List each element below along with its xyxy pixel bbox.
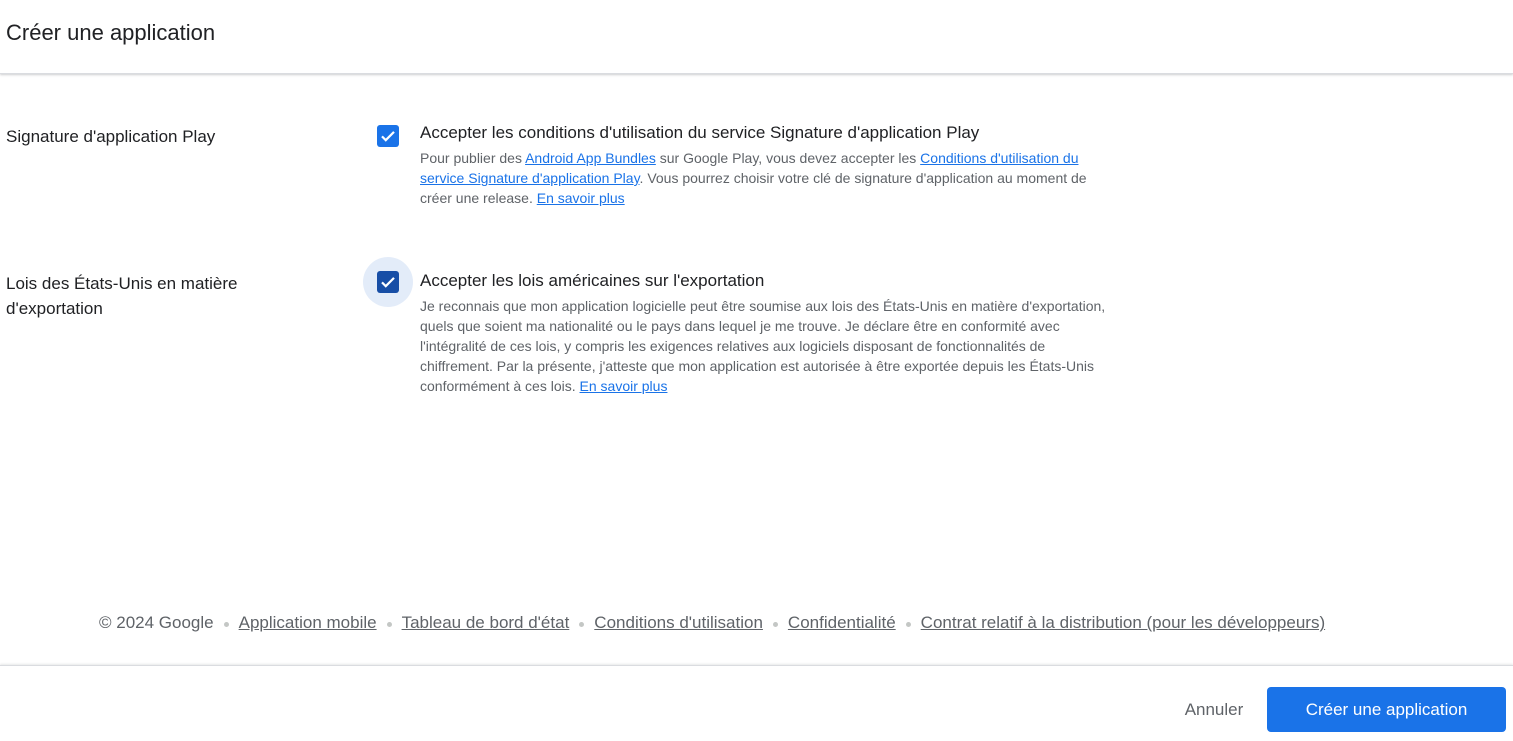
checkmark-icon xyxy=(381,131,395,142)
separator-dot xyxy=(905,621,911,627)
separator-dot xyxy=(772,621,778,627)
desc-text: sur Google Play, vous devez accepter les xyxy=(655,150,921,166)
copyright: © 2024 Google xyxy=(99,613,214,632)
separator-dot xyxy=(579,621,585,627)
export-laws-checkbox[interactable] xyxy=(363,257,413,307)
footer-links: © 2024 Google Application mobile Tableau… xyxy=(99,613,1325,633)
footer-link-privacy[interactable]: Confidentialité xyxy=(788,613,896,633)
app-signing-checkbox[interactable] xyxy=(363,111,413,161)
action-bar: Annuler Créer une application xyxy=(0,665,1513,741)
create-app-button[interactable]: Créer une application xyxy=(1267,687,1506,732)
section-label-export-laws: Lois des États-Unis en matière d'exporta… xyxy=(6,274,238,318)
section-label-app-signing: Signature d'application Play xyxy=(6,127,216,146)
separator-dot xyxy=(223,621,229,627)
export-laws-option: Accepter les lois américaines sur l'expo… xyxy=(420,270,1120,396)
app-signing-title: Accepter les conditions d'utilisation du… xyxy=(420,123,980,142)
footer-link-mobile-app[interactable]: Application mobile xyxy=(239,613,377,633)
app-signing-description: Pour publier des Android App Bundles sur… xyxy=(420,148,1120,208)
page-title: Créer une application xyxy=(6,20,216,45)
export-laws-title: Accepter les lois américaines sur l'expo… xyxy=(420,271,765,290)
checkmark-icon xyxy=(381,277,395,288)
footer-link-distribution-agreement[interactable]: Contrat relatif à la distribution (pour … xyxy=(921,613,1325,633)
create-app-page: Créer une application Signature d'applic… xyxy=(0,0,1513,741)
separator-dot xyxy=(386,621,392,627)
export-laws-learn-more-link[interactable]: En savoir plus xyxy=(580,378,668,394)
cancel-button[interactable]: Annuler xyxy=(1168,688,1260,732)
checkbox-box xyxy=(377,125,399,147)
app-signing-option: Accepter les conditions d'utilisation du… xyxy=(420,122,1120,208)
footer-link-status-dashboard[interactable]: Tableau de bord d'état xyxy=(402,613,570,633)
export-laws-description: Je reconnais que mon application logicie… xyxy=(420,296,1120,396)
checkbox-box xyxy=(377,271,399,293)
app-signing-learn-more-link[interactable]: En savoir plus xyxy=(537,190,625,206)
footer-link-terms[interactable]: Conditions d'utilisation xyxy=(594,613,763,633)
page-header: Créer une application xyxy=(0,0,1513,74)
desc-text: Je reconnais que mon application logicie… xyxy=(420,298,1106,394)
android-app-bundles-link[interactable]: Android App Bundles xyxy=(525,150,656,166)
desc-text: Pour publier des xyxy=(420,150,526,166)
